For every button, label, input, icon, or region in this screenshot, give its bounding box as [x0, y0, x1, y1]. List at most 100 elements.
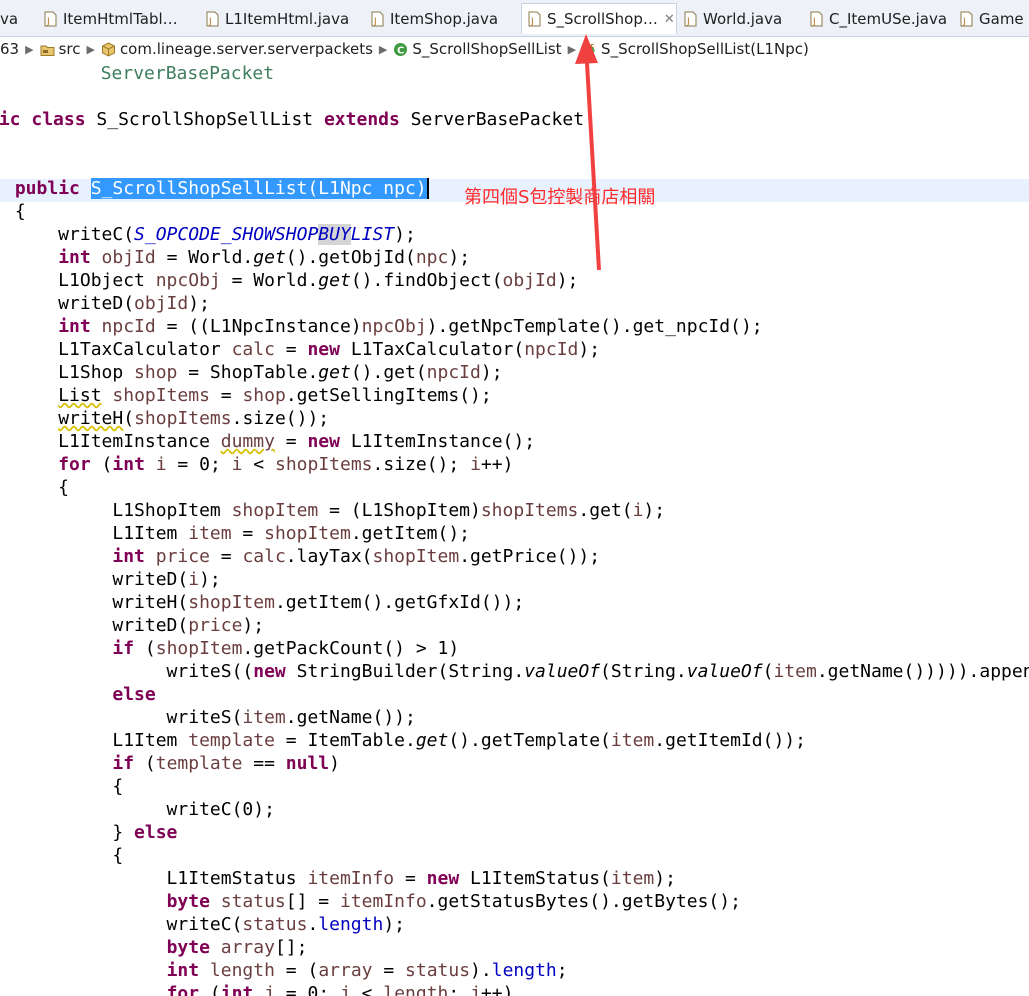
code-line[interactable]: writeC(0); [4, 798, 275, 821]
code-line[interactable]: L1Object npcObj = World.get().findObject… [4, 269, 578, 292]
code-line[interactable]: writeC(status.length); [4, 913, 405, 936]
code-token: shopItems [134, 408, 232, 429]
code-line[interactable]: writeS((new StringBuilder(String.valueOf… [4, 660, 1029, 683]
java-file-icon: J [528, 11, 541, 27]
breadcrumb-constructor[interactable]: c S_ScrollShopSellList(L1Npc) [582, 40, 809, 58]
code-token: new [307, 431, 351, 452]
code-token: L1ItemInstance(); [350, 431, 536, 452]
code-token: price [155, 546, 210, 567]
code-line[interactable]: if (shopItem.getPackCount() > 1) [4, 637, 459, 660]
package-icon [101, 41, 115, 57]
code-line[interactable]: public S_ScrollShopSellList(L1Npc npc) [4, 177, 429, 200]
code-line[interactable]: int price = calc.layTax(shopItem.getPric… [4, 545, 600, 568]
code-token: npcId [101, 316, 156, 337]
code-token: else [112, 684, 156, 705]
tab-va[interactable]: va [0, 3, 40, 34]
code-token: if [112, 753, 145, 774]
code-token: = World. [220, 270, 319, 291]
code-line[interactable]: L1Item template = ItemTable.get().getTem… [4, 729, 806, 752]
code-line[interactable]: byte status[] = itemInfo.getStatusBytes(… [4, 890, 741, 913]
tab-world[interactable]: J World.java [678, 3, 804, 34]
code-line[interactable]: writeS(item.getName()); [4, 706, 416, 729]
code-token: ); [578, 339, 601, 360]
code-line[interactable]: L1ItemInstance dummy = new L1ItemInstanc… [4, 430, 535, 453]
code-line[interactable]: writeD(price); [4, 614, 264, 637]
code-token: item [242, 707, 286, 728]
code-token: ); [199, 569, 221, 590]
code-token: .getPackCount() > 1) [242, 638, 460, 659]
code-token: ServerBasePacket [410, 109, 585, 130]
code-token: ( [762, 661, 774, 682]
code-token: npcObj [155, 270, 221, 291]
code-line[interactable]: int objId = World.get().getObjId(npc); [4, 246, 470, 269]
code-token: .size()); [231, 408, 330, 429]
code-token: npc [415, 247, 449, 268]
code-line[interactable]: for (int j = 0; j < length; j++) [4, 982, 514, 996]
code-line[interactable]: L1ItemStatus itemInfo = new L1ItemStatus… [4, 867, 676, 890]
tab-label: ItemHtmlTabl… [63, 9, 178, 28]
code-line[interactable]: writeD(i); [4, 568, 221, 591]
code-line[interactable]: writeH(shopItems.size()); [4, 407, 329, 430]
code-line[interactable]: L1Item item = shopItem.getItem(); [4, 522, 470, 545]
breadcrumb-class[interactable]: C S_ScrollShopSellList [393, 40, 562, 58]
code-token: L1Item [4, 523, 189, 544]
code-line[interactable]: writeH(shopItem.getItem().getGfxId()); [4, 591, 524, 614]
code-token: L1ItemStatus [4, 868, 308, 889]
code-token: status [405, 960, 471, 981]
code-token: j [340, 983, 351, 996]
code-token: objId [101, 247, 156, 268]
breadcrumb-label: com.lineage.server.serverpackets [119, 40, 373, 58]
code-token: writeH( [4, 592, 189, 613]
code-line[interactable]: L1ShopItem shopItem = (L1ShopItem)shopIt… [4, 499, 665, 522]
code-line[interactable]: if (template == null) [4, 752, 340, 775]
code-token: writeS(( [4, 661, 254, 682]
code-line[interactable]: { [4, 775, 123, 798]
code-token: = ShopTable. [177, 362, 319, 383]
code-token: ); [242, 615, 265, 636]
code-line[interactable]: ServerBasePacket [14, 62, 274, 85]
tab-itemhtmltable[interactable]: J ItemHtmlTabl… [38, 3, 200, 34]
code-line[interactable]: for (int i = 0; i < shopItems.size(); i+… [4, 453, 513, 476]
code-line[interactable]: } else [4, 821, 177, 844]
code-token: { [4, 201, 26, 222]
code-line[interactable]: writeD(objId); [4, 292, 210, 315]
code-token: null [285, 753, 330, 774]
tab-itemshop[interactable]: J ItemShop.java [365, 3, 520, 34]
annotation-text: 第四個S包控製商店相關 [464, 187, 656, 208]
svg-text:J: J [46, 17, 50, 27]
code-line[interactable]: L1Shop shop = ShopTable.get().get(npcId)… [4, 361, 502, 384]
code-line[interactable]: L1TaxCalculator calc = new L1TaxCalculat… [4, 338, 600, 361]
code-line[interactable]: byte array[]; [4, 936, 308, 959]
source-folder-icon [40, 45, 55, 56]
code-line[interactable]: writeC(S_OPCODE_SHOWSHOPBUYLIST); [4, 223, 416, 246]
close-icon[interactable]: ✕ [664, 12, 675, 27]
tab-game[interactable]: J Game [954, 3, 1029, 34]
code-token: shopItem [155, 638, 243, 659]
code-line[interactable]: List shopItems = shop.getSellingItems(); [4, 384, 492, 407]
tab-s-scrollshopselllist[interactable]: J S_ScrollShop… ✕ [521, 3, 677, 34]
code-line[interactable]: else [4, 683, 156, 706]
java-file-icon: J [810, 11, 823, 27]
breadcrumb-package[interactable]: com.lineage.server.serverpackets [101, 40, 373, 58]
tab-l1itemhtml[interactable]: J L1ItemHtml.java [200, 3, 365, 34]
code-line[interactable]: int length = (array = status).length; [4, 959, 568, 982]
code-token: valueOf [524, 661, 601, 682]
tab-c-itemuse[interactable]: J C_ItemUSe.java [804, 3, 954, 34]
code-token: for [166, 983, 210, 996]
code-line[interactable]: int npcId = ((L1NpcInstance)npcObj).getN… [4, 315, 762, 338]
breadcrumb-separator-icon: ▶ [378, 42, 388, 56]
svg-text:J: J [812, 17, 816, 27]
code-line[interactable]: { [4, 844, 123, 867]
code-token: new [253, 661, 297, 682]
code-line[interactable]: lic class S_ScrollShopSellList extends S… [0, 108, 584, 131]
code-token: npcId [426, 362, 481, 383]
code-token: shop [242, 385, 286, 406]
breadcrumb-src[interactable]: src [40, 40, 80, 58]
code-token: i [231, 454, 243, 475]
code-line[interactable]: { [4, 476, 69, 499]
code-line[interactable]: { [4, 200, 26, 223]
breadcrumb-project[interactable]: 63 [0, 40, 19, 58]
